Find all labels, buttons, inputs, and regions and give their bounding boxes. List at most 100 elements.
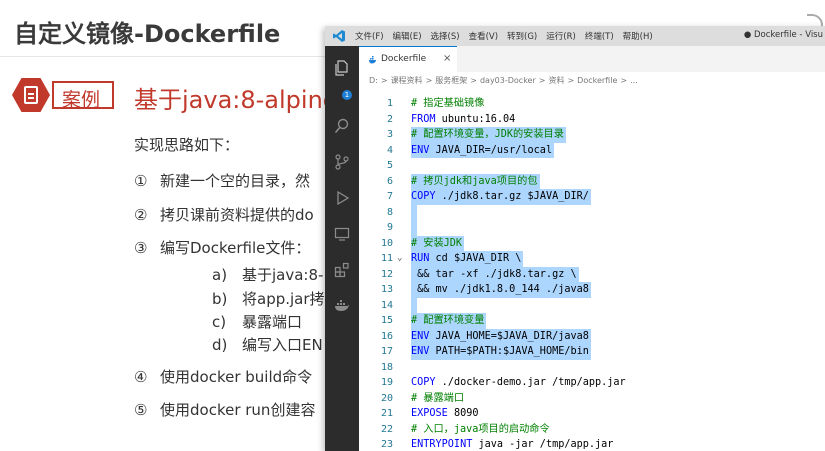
breadcrumb: D: > 课程资料 > 服务框架 > day03-Docker > 资料 > Dockerfile >… bbox=[369, 75, 638, 86]
menu-file[interactable]: 文件(F) bbox=[355, 30, 384, 42]
breadcrumb-item[interactable]: 资料 bbox=[548, 76, 564, 85]
code-line[interactable]: 17 ENV PATH=$PATH:$JAVA_HOME/bin bbox=[359, 344, 825, 360]
line-number: 1 bbox=[386, 98, 393, 109]
menu-go[interactable]: 转到(G) bbox=[507, 30, 537, 42]
menu-selection[interactable]: 选择(S) bbox=[431, 30, 460, 42]
case-heading: 基于java:8-alpine bbox=[134, 86, 338, 114]
code-line[interactable]: 9 bbox=[359, 220, 825, 236]
case-tag: 案例 bbox=[12, 78, 114, 112]
code-text: COPY ./jdk8.tar.gz $JAVA_DIR/ bbox=[411, 189, 591, 205]
title-divider bbox=[0, 56, 330, 57]
code-line[interactable]: 2 FROM ubuntu:16.04 bbox=[359, 112, 825, 128]
line-number: 10 bbox=[380, 237, 393, 249]
instruction-args: cd $JAVA_DIR \ bbox=[429, 253, 522, 264]
line-number: 18 bbox=[380, 361, 393, 373]
step-number: ⑤ bbox=[134, 401, 148, 419]
line-number: 5 bbox=[386, 160, 393, 171]
breadcrumb-item[interactable]: ... bbox=[630, 76, 638, 85]
line-number: 12 bbox=[380, 268, 393, 280]
remote-explorer-icon[interactable] bbox=[334, 226, 350, 242]
fold-chevron-icon[interactable]: ⌄ bbox=[397, 251, 402, 267]
line-number: 14 bbox=[380, 299, 393, 311]
code-line[interactable]: 20 # 暴露端口 bbox=[359, 391, 825, 407]
window-title: ● Dockerfile - Visu bbox=[743, 30, 823, 40]
code-line[interactable]: 21 EXPOSE 8090 bbox=[359, 406, 825, 422]
step-number: ④ bbox=[134, 368, 148, 386]
code-line[interactable]: 1 # 指定基础镜像 bbox=[359, 96, 825, 112]
code-line[interactable]: 6 # 拷贝jdk和java项目的包 bbox=[359, 173, 825, 189]
code-line[interactable]: 12 && tar -xf ./jdk8.tar.gz \ bbox=[359, 266, 825, 282]
code-line[interactable]: 8 bbox=[359, 204, 825, 220]
activity-bar: 1 bbox=[325, 46, 359, 451]
breadcrumb-item[interactable]: Dockerfile bbox=[577, 76, 617, 85]
substep-text: 编写入口EN bbox=[242, 336, 323, 354]
instruction-keyword: FROM bbox=[411, 113, 436, 125]
line-number: 15 bbox=[380, 315, 393, 326]
code-line[interactable]: 16 ENV JAVA_HOME=$JAVA_DIR/java8 bbox=[359, 328, 825, 344]
menu-help[interactable]: 帮助(H) bbox=[623, 30, 653, 42]
dockerfile-file-icon bbox=[369, 56, 376, 64]
breadcrumb-item[interactable]: D: bbox=[369, 76, 378, 85]
line-number: 6 bbox=[386, 175, 393, 187]
run-debug-icon[interactable] bbox=[334, 190, 350, 206]
step-text: 使用docker build命令 bbox=[160, 368, 313, 386]
code-line[interactable]: 11 ⌄ RUN cd $JAVA_DIR \ bbox=[359, 251, 825, 267]
line-number: 17 bbox=[380, 346, 393, 357]
step-number: ① bbox=[134, 172, 148, 190]
vscode-logo-icon bbox=[333, 30, 345, 42]
line-number: 4 bbox=[386, 144, 393, 156]
extensions-icon[interactable] bbox=[334, 262, 350, 278]
code-line[interactable]: 18 bbox=[359, 360, 825, 376]
code-text: # 指定基础镜像 bbox=[411, 98, 485, 109]
title-bar: 文件(F) 编辑(E) 选择(S) 查看(V) 转到(G) 运行(R) 终端(T… bbox=[325, 26, 825, 46]
breadcrumb-item[interactable]: 课程资料 bbox=[391, 76, 423, 85]
step-4: ④ 使用docker build命令 bbox=[134, 366, 312, 387]
explorer-badge: 1 bbox=[342, 90, 352, 100]
breadcrumb-item[interactable]: 服务框架 bbox=[435, 76, 467, 85]
code-line[interactable]: 14 bbox=[359, 297, 825, 313]
step-text: 编写Dockerfile文件： bbox=[160, 239, 311, 257]
code-line[interactable]: 15 # 配置环境变量 bbox=[359, 313, 825, 329]
tab-close-button[interactable]: × bbox=[443, 53, 451, 64]
tab-dockerfile[interactable]: Dockerfile × bbox=[359, 46, 457, 72]
code-text: FROM ubuntu:16.04 bbox=[411, 112, 517, 128]
code-editor[interactable]: 1 # 指定基础镜像 2 FROM ubuntu:16.04 3 # 配置环境变量，JDK… bbox=[359, 88, 825, 451]
instruction-keyword: ENV bbox=[411, 144, 430, 156]
step-5: ⑤ 使用docker run创建容 bbox=[134, 399, 315, 420]
menu-view[interactable]: 查看(V) bbox=[469, 30, 498, 42]
code-text: # 配置环境变量 bbox=[411, 313, 487, 329]
code-line[interactable]: 5 bbox=[359, 158, 825, 174]
instruction-keyword: ENV bbox=[411, 346, 430, 357]
explorer-icon[interactable] bbox=[334, 60, 350, 76]
menu-edit[interactable]: 编辑(E) bbox=[393, 30, 422, 42]
case-label: 案例 bbox=[62, 89, 101, 111]
code-line[interactable]: 7 COPY ./jdk8.tar.gz $JAVA_DIR/ bbox=[359, 189, 825, 205]
code-text: # 配置环境变量，JDK的安装目录 bbox=[411, 127, 566, 143]
source-control-icon[interactable] bbox=[334, 154, 350, 170]
search-icon[interactable] bbox=[334, 118, 350, 134]
line-number: 16 bbox=[380, 330, 393, 342]
code-text: COPY ./docker-demo.jar /tmp/app.jar bbox=[411, 375, 628, 391]
menu-run[interactable]: 运行(R) bbox=[546, 30, 576, 42]
step-number: ② bbox=[134, 206, 148, 224]
code-line[interactable]: 22 # 入口，java项目的启动命令 bbox=[359, 422, 825, 438]
code-line[interactable]: 23 ENTRYPOINT java -jar /tmp/app.jar bbox=[359, 437, 825, 451]
instruction-args: JAVA_DIR=/usr/local bbox=[429, 144, 553, 156]
code-text: && tar -xf ./jdk8.tar.gz \ bbox=[411, 266, 579, 282]
code-line[interactable]: 19 COPY ./docker-demo.jar /tmp/app.jar bbox=[359, 375, 825, 391]
docker-icon[interactable] bbox=[334, 298, 350, 314]
code-line[interactable]: 13 && mv ./jdk1.8.0_144 ./java8 bbox=[359, 282, 825, 298]
instruction-args: ubuntu:16.04 bbox=[435, 113, 516, 125]
substep-text: 暴露端口 bbox=[242, 313, 303, 331]
instruction-keyword: COPY bbox=[411, 377, 436, 388]
code-line[interactable]: 10 # 安装JDK bbox=[359, 235, 825, 251]
code-line[interactable]: 4 ENV JAVA_DIR=/usr/local bbox=[359, 142, 825, 158]
instruction-args: 8090 bbox=[447, 408, 479, 419]
breadcrumb-item[interactable]: day03-Docker bbox=[480, 76, 536, 85]
breadcrumb-separator: > bbox=[567, 76, 575, 85]
menu-terminal[interactable]: 终端(T) bbox=[585, 30, 614, 42]
substep-c: c) 暴露端口 bbox=[212, 311, 302, 332]
step-2: ② 拷贝课前资料提供的do bbox=[134, 204, 314, 225]
code-line[interactable]: 3 # 配置环境变量，JDK的安装目录 bbox=[359, 127, 825, 143]
